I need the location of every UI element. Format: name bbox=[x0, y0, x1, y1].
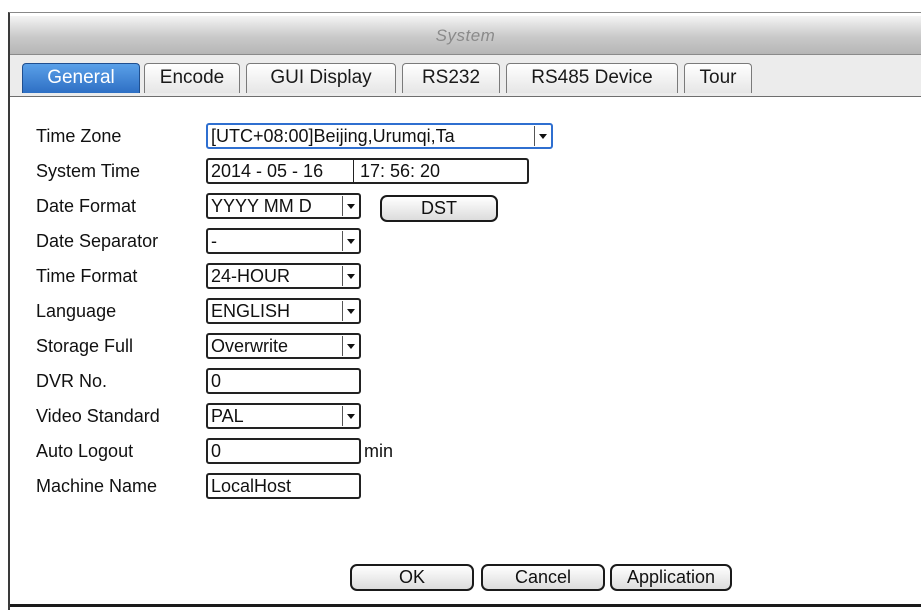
chevron-down-icon[interactable] bbox=[534, 126, 550, 146]
tab-bar: General Encode GUI Display RS232 RS485 D… bbox=[10, 55, 921, 97]
date-format-select[interactable]: YYYY MM D bbox=[206, 193, 361, 219]
auto-logout-unit: min bbox=[364, 441, 394, 461]
dvr-no-input[interactable]: 0 bbox=[206, 368, 361, 394]
tab-tour[interactable]: Tour bbox=[684, 63, 752, 93]
language-value: ENGLISH bbox=[211, 301, 291, 321]
chevron-down-icon[interactable] bbox=[342, 196, 358, 216]
time-zone-select[interactable]: [UTC+08:00]Beijing,Urumqi,Ta bbox=[206, 123, 553, 149]
dst-button[interactable]: DST bbox=[380, 195, 498, 222]
chevron-down-icon[interactable] bbox=[342, 301, 358, 321]
video-standard-value: PAL bbox=[211, 406, 244, 426]
chevron-down-icon[interactable] bbox=[342, 336, 358, 356]
system-time-label: System Time bbox=[36, 161, 141, 181]
machine-name-input[interactable]: LocalHost bbox=[206, 473, 361, 499]
date-separator-select[interactable]: - bbox=[206, 228, 361, 254]
date-separator-label: Date Separator bbox=[36, 231, 159, 251]
time-format-label: Time Format bbox=[36, 266, 138, 286]
ok-button[interactable]: OK bbox=[350, 564, 474, 591]
bottom-border bbox=[10, 604, 921, 607]
video-standard-label: Video Standard bbox=[36, 406, 160, 426]
time-zone-value: [UTC+08:00]Beijing,Urumqi,Ta bbox=[211, 126, 455, 146]
system-date-value[interactable]: 2014 - 05 - 16 bbox=[211, 161, 323, 181]
application-button[interactable]: Application bbox=[610, 564, 732, 591]
tab-encode[interactable]: Encode bbox=[144, 63, 240, 93]
general-settings-panel: Time Zone [UTC+08:00]Beijing,Urumqi,Ta S… bbox=[10, 97, 921, 607]
auto-logout-label: Auto Logout bbox=[36, 441, 134, 461]
window-title: System bbox=[435, 26, 496, 45]
system-time-value[interactable]: 17: 56: 20 bbox=[360, 160, 440, 182]
date-format-label: Date Format bbox=[36, 196, 137, 216]
title-bar: System bbox=[10, 16, 921, 55]
video-standard-select[interactable]: PAL bbox=[206, 403, 361, 429]
chevron-down-icon[interactable] bbox=[342, 406, 358, 426]
time-zone-label: Time Zone bbox=[36, 126, 122, 146]
date-format-value: YYYY MM D bbox=[211, 196, 312, 216]
chevron-down-icon[interactable] bbox=[342, 266, 358, 286]
tab-rs485-device[interactable]: RS485 Device bbox=[506, 63, 678, 93]
language-label: Language bbox=[36, 301, 117, 321]
date-time-divider bbox=[353, 160, 354, 182]
time-format-select[interactable]: 24-HOUR bbox=[206, 263, 361, 289]
tab-rs232[interactable]: RS232 bbox=[402, 63, 500, 93]
system-time-field[interactable]: 2014 - 05 - 16 17: 56: 20 bbox=[206, 158, 529, 184]
cancel-button[interactable]: Cancel bbox=[481, 564, 605, 591]
storage-full-select[interactable]: Overwrite bbox=[206, 333, 361, 359]
date-separator-value: - bbox=[211, 231, 217, 251]
time-format-value: 24-HOUR bbox=[211, 266, 291, 286]
storage-full-value: Overwrite bbox=[211, 336, 289, 356]
auto-logout-input[interactable]: 0 bbox=[206, 438, 361, 464]
tab-general[interactable]: General bbox=[22, 63, 140, 93]
chevron-down-icon[interactable] bbox=[342, 231, 358, 251]
language-select[interactable]: ENGLISH bbox=[206, 298, 361, 324]
tab-gui-display[interactable]: GUI Display bbox=[246, 63, 396, 93]
machine-name-label: Machine Name bbox=[36, 476, 158, 496]
dvr-no-label: DVR No. bbox=[36, 371, 108, 391]
storage-full-label: Storage Full bbox=[36, 336, 134, 356]
